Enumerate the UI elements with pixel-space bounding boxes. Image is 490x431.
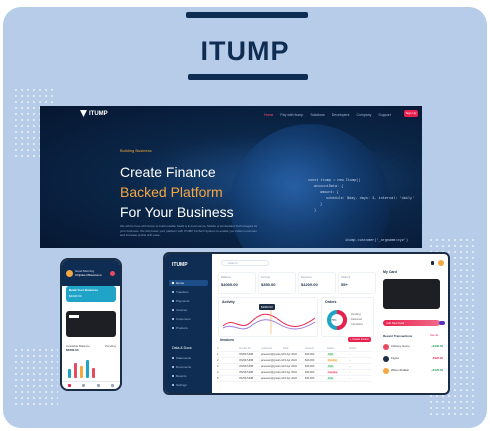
home-icon[interactable] [67,384,71,387]
sidebar: ITUMP Home Transfers Payments Invoices C… [165,254,212,393]
invoices-table: # Invoice ID Customer Date Amount Status Actio… [217,346,371,382]
phone-bar-chart [68,358,95,378]
brand-title: ITUMP [200,36,290,66]
sidebar-item-settings[interactable]: Settings [169,382,208,388]
transaction-name: Wilson Dafatsi [391,368,409,372]
phone-bar [80,366,83,378]
sidebar-item-documents[interactable]: Documents [169,364,208,370]
notification-bell-icon[interactable] [110,271,115,276]
transaction-amount: -$120.00 [431,356,443,360]
nav-pay-with-itump[interactable]: Pay with Itump [280,113,303,117]
nav-solutions[interactable]: Solutions [310,113,324,117]
sidebar-item-products[interactable]: Products [169,325,208,331]
activity-panel: Activity $4000.00 [218,297,318,337]
hero-description: We will be here with Itump to build reli… [120,224,258,237]
sidebar-item-home[interactable]: Home [169,280,208,286]
see-all-link[interactable]: See all [430,334,438,337]
transaction-item[interactable]: Wilson Dafatsi +$120.00 [383,366,443,376]
add-card-button[interactable]: Add New Card [383,320,440,326]
nav-support[interactable]: Support [378,113,390,117]
transaction-amount: +$120.00 [431,368,443,372]
avatar [383,356,389,362]
orders-panel: Orders 75% Pending Delivered Cancelled [321,297,374,337]
kpi-card: Expense $4200.00 [298,272,336,294]
title-bar-top [186,12,308,18]
table-row[interactable]: 5 INV#47HNB janeuser@gmail.com 15 Apr 2022 $… [217,376,371,382]
title-bar-bottom [188,74,308,80]
nav-home[interactable]: Home [264,113,273,117]
avatar[interactable] [66,270,73,277]
transaction-amount: +$130.00 [431,344,443,348]
phone-bar [74,363,77,378]
wallet-icon[interactable] [82,384,86,387]
kpi-card: Income $350.00 [258,272,296,294]
hero-eyebrow: Building Business [120,148,152,153]
status-badge: Paid [327,365,334,368]
search-input[interactable]: Search [221,260,269,266]
sidebar-item-invoices[interactable]: Invoices [169,307,208,313]
transaction-name: Anthony Gomo [391,344,410,348]
dashboard-right-panel: My Card Add New Card Recent Transactions… [380,254,448,393]
orders-center-value: 75% [331,318,337,322]
phone-bank-card[interactable] [66,311,116,337]
chart-icon[interactable] [96,384,100,387]
sidebar-section-title: Data & Docs [172,346,192,350]
logo-mark-icon [80,110,87,117]
sidebar-item-transfers[interactable]: Transfers [169,289,208,295]
kpi-card: Balance $4000.00 [218,272,256,294]
status-badge: Paid [327,353,334,356]
phone-user: Good Morning Chijioke Milavelomo [75,269,102,277]
bank-card[interactable] [383,279,440,309]
bell-icon[interactable] [431,261,434,265]
hero-nav: Home Pay with Itump Solutions Developers… [264,113,391,117]
transaction-item[interactable]: Figma -$120.00 [383,354,443,364]
avatar [383,344,389,350]
dashboard-mockup: ITUMP Home Transfers Payments Invoices C… [163,252,450,395]
create-invoice-button[interactable]: + Create Invoice [348,337,371,342]
website-hero: ITUMP Home Pay with Itump Solutions Deve… [40,106,422,248]
signup-button[interactable]: Sign Up [404,110,418,117]
dashboard-main: Search Balance $4000.00 Income $350.00 Exp… [214,254,378,393]
card-toggle[interactable] [439,321,445,325]
orders-legend: Pending Delivered Cancelled [351,313,363,326]
nav-developers[interactable]: Developers [332,113,350,117]
phone-bar [92,368,95,378]
dashboard-logo[interactable]: ITUMP [172,262,188,268]
recent-transactions-title: Recent Transactions [383,334,413,338]
status-badge: Paid [327,377,334,380]
status-badge: Overdue [327,371,339,374]
code-snippet-bottom: itump.customer('_orgname=xyz') [345,239,409,243]
card-brand-icon [69,315,79,318]
avatar [383,368,389,374]
hero-logo[interactable]: ITUMP [80,110,108,117]
code-snippet: const itump = new Itump() accountData: {… [308,179,415,213]
sidebar-item-statements[interactable]: Statements [169,355,208,361]
phone-bar [68,369,71,378]
kpi-card: Visitors 55+ [338,272,376,294]
phone-tab-bar [62,381,120,389]
phone-stats: Available Balance Pending $4000.00 [66,344,116,352]
transaction-item[interactable]: Anthony Gomo +$130.00 [383,342,443,352]
avatar[interactable] [438,260,444,266]
dot-pattern [13,347,58,407]
status-badge: Pending [327,359,338,362]
transaction-name: Figma [391,356,399,360]
sidebar-item-reports[interactable]: Reports [169,373,208,379]
orders-donut [327,310,347,330]
nav-company[interactable]: Company [356,113,371,117]
mobile-app-mockup: Good Morning Chijioke Milavelomo Build Y… [60,258,122,391]
sidebar-item-payments[interactable]: Payments [169,298,208,304]
my-card-title: My Card [383,270,397,274]
invoices-title: Invoices [220,338,235,342]
hero-headline: Create Finance Backed Platform For Your … [120,164,234,220]
phone-banner[interactable]: Build Your Business $4000.00 [66,286,116,302]
sidebar-item-customers[interactable]: Customers [169,316,208,322]
phone-bar [86,360,89,378]
activity-tooltip: $4000.00 [259,304,275,310]
profile-icon[interactable] [111,384,115,387]
